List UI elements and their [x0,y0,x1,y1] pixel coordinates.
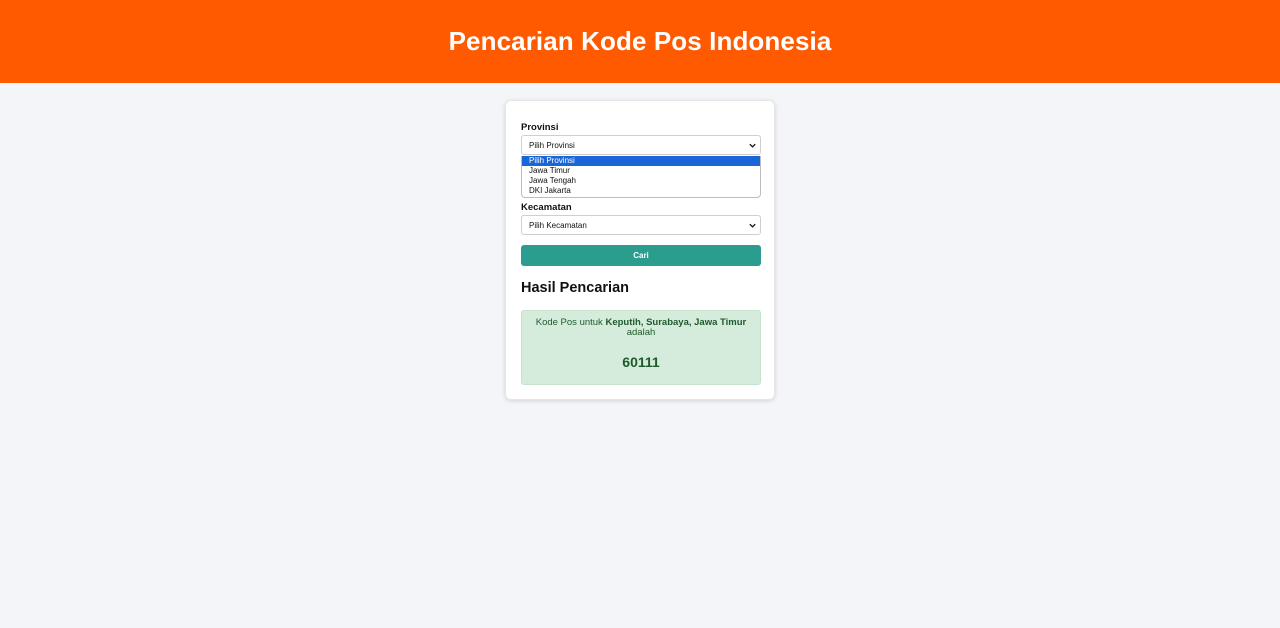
chevron-down-icon [749,223,756,228]
chevron-down-icon [749,143,756,148]
kecamatan-select-value: Pilih Kecamatan [529,220,587,230]
result-prefix: Kode Pos untuk [535,317,603,328]
result-message: Kode Pos untuk Keputih, Surabaya, Jawa T… [522,318,760,338]
result-title: Hasil Pencarian [521,280,629,296]
provinsi-options-list[interactable]: Pilih Provinsi Jawa Timur Jawa Tengah DK… [521,156,761,198]
provinsi-select-value: Pilih Provinsi [529,140,575,150]
result-suffix: adalah [626,327,656,338]
page-title: Pencarian Kode Pos Indonesia [448,26,832,56]
provinsi-option-jawa-tengah[interactable]: Jawa Tengah [522,176,760,186]
result-box: Kode Pos untuk Keputih, Surabaya, Jawa T… [521,310,761,385]
provinsi-option-jawa-timur[interactable]: Jawa Timur [522,166,760,176]
provinsi-label: Provinsi [521,122,559,133]
search-card: Provinsi Pilih Provinsi Pilih Provinsi J… [505,100,775,400]
search-button[interactable]: Cari [521,245,761,266]
kecamatan-select[interactable]: Pilih Kecamatan [521,215,761,235]
provinsi-option-dki-jakarta[interactable]: DKI Jakarta [522,186,760,196]
provinsi-option-pilih[interactable]: Pilih Provinsi [522,156,760,166]
provinsi-select[interactable]: Pilih Provinsi [521,135,761,155]
postal-code: 60111 [622,354,660,370]
page-header: Pencarian Kode Pos Indonesia [0,0,1280,83]
kecamatan-label: Kecamatan [521,202,572,213]
